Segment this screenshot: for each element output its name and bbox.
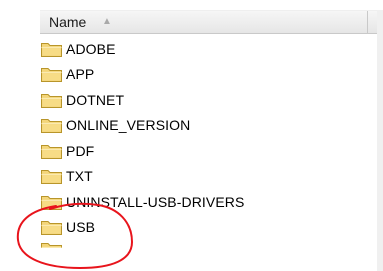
folder-icon: [40, 142, 64, 160]
folder-icon: [40, 167, 64, 185]
folder-row-pdf[interactable]: PDF: [40, 138, 244, 164]
folder-name: ONLINE_VERSION: [66, 117, 191, 134]
folder-name: ADOBE: [66, 40, 116, 57]
folder-icon: [40, 116, 64, 134]
folder-name: UNINSTALL-USB-DRIVERS: [66, 193, 245, 210]
folder-list: ADOBE APP DOTNET ONLINE_VERSION PDF TXT …: [40, 36, 244, 240]
name-column-header[interactable]: Name: [49, 14, 86, 30]
folder-row-uninstall-usb-drivers[interactable]: UNINSTALL-USB-DRIVERS: [40, 189, 244, 215]
folder-name: PDF: [66, 142, 95, 159]
folder-name: DOTNET: [66, 91, 125, 108]
folder-icon: [40, 193, 64, 211]
folder-row-txt[interactable]: TXT: [40, 164, 244, 190]
folder-row-dotnet[interactable]: DOTNET: [40, 87, 244, 113]
folder-icon: [40, 240, 64, 248]
folder-row-app[interactable]: APP: [40, 62, 244, 88]
scrollbar-edge[interactable]: [377, 10, 383, 271]
folder-row-online-version[interactable]: ONLINE_VERSION: [40, 113, 244, 139]
folder-name: USB: [66, 219, 96, 236]
folder-icon: [40, 40, 64, 58]
column-header-bar: Name ▲: [40, 10, 383, 34]
folder-name: APP: [66, 66, 95, 83]
folder-name: TXT: [66, 168, 93, 185]
column-divider[interactable]: [367, 11, 368, 33]
file-explorer-window: Name ▲ ADOBE APP DOTNET ONLINE_VERSION P…: [0, 0, 383, 271]
partially-visible-folder-row[interactable]: [40, 240, 80, 248]
folder-icon: [40, 218, 64, 236]
folder-icon: [40, 91, 64, 109]
sort-ascending-icon: ▲: [102, 16, 112, 27]
folder-icon: [40, 65, 64, 83]
folder-row-adobe[interactable]: ADOBE: [40, 36, 244, 62]
folder-row-usb[interactable]: USB: [40, 215, 244, 241]
